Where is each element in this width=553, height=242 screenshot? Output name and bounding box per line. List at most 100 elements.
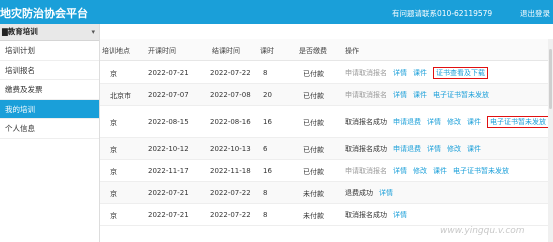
action-link: 退费成功 xyxy=(345,189,373,197)
cell-hours: 6 xyxy=(263,145,268,153)
cell-start: 2022-11-17 xyxy=(148,167,189,175)
cell-hours: 8 xyxy=(263,211,268,219)
cell-start: 2022-07-21 xyxy=(148,69,189,77)
table-row: 京 2022-07-21 2022-07-22 8 未付款 退费成功 详情 xyxy=(100,182,553,204)
cell-hours: 16 xyxy=(263,167,272,175)
sidebar-item-profile[interactable]: 个人信息 xyxy=(0,119,99,139)
cell-end: 2022-11-18 xyxy=(210,167,251,175)
sidebar-item-my-training[interactable]: 我的培训 xyxy=(0,99,99,119)
action-link[interactable]: 电子证书暂未发放 xyxy=(487,116,549,128)
table-row: 京 2022-10-12 2022-10-13 6 已付款 取消报名成功 申请退费 详情 修改课… xyxy=(100,138,553,160)
cell-paid: 已付款 xyxy=(303,70,324,78)
action-link[interactable]: 详情 xyxy=(427,118,441,126)
cell-paid: 已付款 xyxy=(303,146,324,154)
row-actions: 申请取消报名 详情 课件 证书查看及下载 xyxy=(345,67,494,79)
sidebar-section-label: 教育培训 xyxy=(7,27,38,36)
top-header: 地灾防治协会平台 有问题请联系010-62119579 退出登录 xyxy=(0,0,553,24)
cell-paid: 已付款 xyxy=(303,92,324,100)
action-link[interactable]: 课件 xyxy=(467,118,481,126)
table-row: 京 2022-11-17 2022-11-18 16 已付款 申请取消报名 详情 修改 课件 电子… xyxy=(100,160,553,182)
col-ops: 操作 xyxy=(345,47,359,55)
sidebar-item-signup[interactable]: 培训报名 xyxy=(0,61,99,80)
cell-start: 2022-07-21 xyxy=(148,211,189,219)
cell-end: 2022-07-22 xyxy=(210,69,251,77)
sidebar: ▇教育培训 ▾ 培训计划 培训报名 缴费及发票 我的培训 个人信息 xyxy=(0,24,100,242)
row-actions: 取消报名成功 申请退费 详情 修改 课件 xyxy=(345,144,487,154)
table-row: 京 2022-07-21 2022-07-22 8 已付款 申请取消报名 详情 课件 证书查看及… xyxy=(100,62,553,84)
sidebar-item-payment[interactable]: 缴费及发票 xyxy=(0,80,99,100)
cell-end: 2022-07-22 xyxy=(210,189,251,197)
vertical-scrollbar[interactable] xyxy=(548,39,553,242)
action-link[interactable]: 申请取消报名 xyxy=(345,91,387,99)
chevron-down-icon: ▾ xyxy=(91,28,95,36)
action-link[interactable]: 课件 xyxy=(467,145,481,153)
cell-paid: 未付款 xyxy=(303,190,324,198)
row-actions: 取消报名成功 申请退费 详情 修改 课件 电子证书暂未发放 xyxy=(345,116,553,128)
action-link: 取消报名成功 xyxy=(345,211,387,219)
action-link[interactable]: 课件 xyxy=(413,69,427,77)
cell-paid: 已付款 xyxy=(303,168,324,176)
table-row: 京 2022-07-21 2022-07-22 8 未付款 取消报名成功 详情 xyxy=(100,204,553,226)
action-link[interactable]: 课件 xyxy=(413,91,427,99)
action-link[interactable]: 课件 xyxy=(433,167,447,175)
cell-start: 2022-07-07 xyxy=(148,91,189,99)
cell-end: 2022-07-08 xyxy=(210,91,251,99)
action-link[interactable]: 详情 xyxy=(393,69,407,77)
logout-link[interactable]: 退出登录 xyxy=(520,8,550,19)
action-link[interactable]: 证书查看及下载 xyxy=(433,67,488,79)
cell-location: 京 xyxy=(110,168,117,176)
action-link[interactable]: 申请退费 xyxy=(393,118,421,126)
cell-paid: 未付款 xyxy=(303,212,324,220)
cell-start: 2022-08-15 xyxy=(148,118,189,126)
col-location: 培训地点 xyxy=(102,47,130,55)
app-title: 地灾防治协会平台 xyxy=(0,7,88,20)
scrollbar-thumb[interactable] xyxy=(549,49,552,109)
cell-location: 京 xyxy=(110,119,117,127)
action-link[interactable]: 详情 xyxy=(393,167,407,175)
main-content: 培训地点 开课时间 结课时间 课时 是否缴费 操作 京 2022-07-21 202… xyxy=(100,24,553,242)
contact-info: 有问题请联系010-62119579 xyxy=(392,9,493,18)
col-start: 开课时间 xyxy=(148,47,176,55)
cell-start: 2022-10-12 xyxy=(148,145,189,153)
table-row: 北京市 2022-07-07 2022-07-08 20 已付款 申请取消报名 详情 课件 电子… xyxy=(100,84,553,106)
action-link[interactable]: 电子证书暂未发放 xyxy=(453,167,509,175)
action-link[interactable]: 申请取消报名 xyxy=(345,167,387,175)
cell-location: 京 xyxy=(110,146,117,154)
action-link[interactable]: 修改 xyxy=(447,118,461,126)
table-row: 京 2022-08-15 2022-08-16 16 已付款 取消报名成功 申请退费 详情 修改… xyxy=(100,106,553,138)
row-actions: 退费成功 详情 xyxy=(345,188,399,198)
sidebar-item-plan[interactable]: 培训计划 xyxy=(0,41,99,61)
col-hours: 课时 xyxy=(260,47,274,55)
action-link[interactable]: 详情 xyxy=(379,189,393,197)
row-actions: 申请取消报名 详情 修改 课件 电子证书暂未发放 xyxy=(345,166,515,176)
cell-location: 京 xyxy=(110,70,117,78)
cell-paid: 已付款 xyxy=(303,119,324,127)
cell-location: 北京市 xyxy=(110,92,131,100)
cell-location: 京 xyxy=(110,190,117,198)
action-link[interactable]: 详情 xyxy=(427,145,441,153)
action-link[interactable]: 修改 xyxy=(447,145,461,153)
row-actions: 申请取消报名 详情 课件 电子证书暂未发放 xyxy=(345,90,495,100)
action-link: 取消报名成功 xyxy=(345,145,387,153)
action-link[interactable]: 详情 xyxy=(393,211,407,219)
cell-location: 京 xyxy=(110,212,117,220)
cell-end: 2022-10-13 xyxy=(210,145,251,153)
cell-end: 2022-08-16 xyxy=(210,118,251,126)
cell-end: 2022-07-22 xyxy=(210,211,251,219)
action-link[interactable]: 申请取消报名 xyxy=(345,69,387,77)
action-link[interactable]: 详情 xyxy=(393,91,407,99)
cell-start: 2022-07-21 xyxy=(148,189,189,197)
cell-hours: 8 xyxy=(263,189,268,197)
sidebar-section-education[interactable]: ▇教育培训 ▾ xyxy=(0,24,99,41)
table-header: 培训地点 开课时间 结课时间 课时 是否缴费 操作 xyxy=(100,39,553,61)
row-actions: 取消报名成功 详情 xyxy=(345,210,413,220)
action-link[interactable]: 电子证书暂未发放 xyxy=(433,91,489,99)
watermark: www.yingqu.v.com xyxy=(440,226,525,236)
cell-hours: 16 xyxy=(263,118,272,126)
cell-hours: 20 xyxy=(263,91,272,99)
cell-hours: 8 xyxy=(263,69,268,77)
action-link[interactable]: 申请退费 xyxy=(393,145,421,153)
action-link[interactable]: 修改 xyxy=(413,167,427,175)
col-paid: 是否缴费 xyxy=(299,47,327,55)
action-link: 取消报名成功 xyxy=(345,118,387,126)
